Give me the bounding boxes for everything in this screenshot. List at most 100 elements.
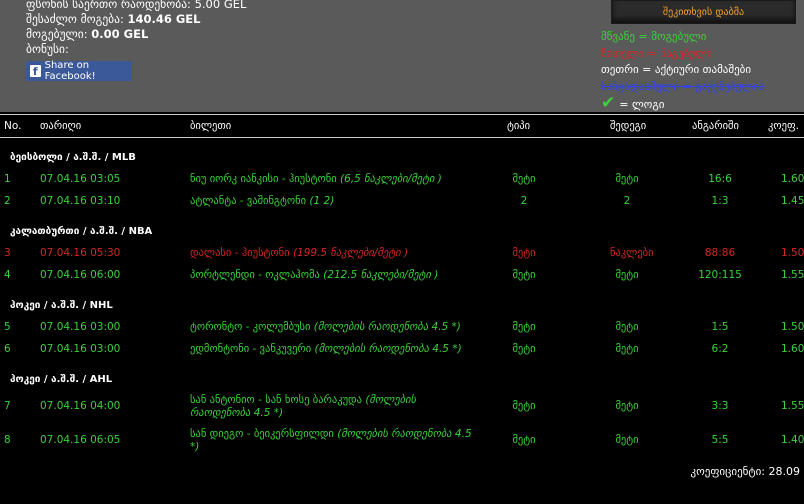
row-score: 88:86 [704, 247, 736, 259]
row-type: მეტი [512, 400, 536, 412]
row-result: მეტი [615, 173, 639, 185]
legend-blue: ხაზგადასმული = გაუქმებულია [601, 79, 765, 93]
possible-win-value: 140.46 GEL [127, 12, 201, 26]
bonus-label: ბონუსი: [26, 42, 69, 56]
checkmark-icon: ✔ [601, 93, 616, 113]
row-result: მეტი [615, 269, 639, 281]
group-header: ბეისბოლი / ა.შ.შ. / MLB [10, 152, 136, 163]
row-date: 07.04.16 03:05 [40, 173, 121, 185]
group-header: ჰოკეი / ა.შ.შ. / NHL [10, 300, 113, 311]
row-type: მეტი [512, 247, 536, 259]
row-type: მეტი [512, 269, 536, 281]
match-note: (199.5 ნაკლები/მეტი ) [292, 247, 409, 259]
row-result: 2 [623, 195, 631, 207]
legend-check: = ლოგი [619, 98, 665, 111]
row-coef: 1.60 [781, 173, 804, 185]
row-match: სან ანტონიო - სან ხოსე ბარაკუდა (მოლების… [190, 394, 475, 420]
row-score: 3:3 [711, 400, 729, 412]
row-result: მეტი [615, 321, 639, 333]
row-date: 07.04.16 03:10 [40, 195, 121, 207]
summary-panel: ფსონის საერთო რაოდენობა: 5.00 GEL შესაძლ… [0, 0, 804, 112]
legend-green: მწვანე = მოგებული [601, 30, 707, 43]
row-number: 7 [4, 400, 11, 412]
row-coef: 1.50 [781, 247, 804, 259]
row-score: 16:6 [708, 173, 732, 185]
row-coef: 1.40 [781, 434, 804, 446]
match-name: დალასი - ჰიუსტონი [190, 247, 293, 259]
col-date: თარიღი [40, 120, 82, 132]
match-name: პორტლენდი - ოკლაჰომა [190, 269, 324, 281]
row-match: ნიუ იორკ იანკისი - ჰიუსტონი (6,5 ნაკლები… [190, 173, 475, 186]
row-match: დალასი - ჰიუსტონი (199.5 ნაკლები/მეტი ) [190, 247, 475, 260]
legend-red: წითელი = წაგებული [601, 46, 713, 60]
row-date: 07.04.16 06:05 [40, 434, 121, 446]
row-result: ნაკლები [610, 247, 654, 259]
row-score: 1:3 [711, 195, 729, 207]
col-coef: კოეფ. [768, 120, 799, 132]
match-name: ტორონტო - კოლუმბუსი [190, 321, 314, 333]
row-type: მეტი [512, 434, 536, 446]
row-coef: 1.55 [781, 400, 804, 412]
row-result: მეტი [615, 343, 639, 355]
facebook-icon: f [30, 65, 41, 78]
group-header: ჰოკეი / ა.შ.შ. / AHL [10, 374, 113, 385]
row-date: 07.04.16 06:00 [40, 269, 121, 281]
possible-win-label: შესაძლო მოგება: [26, 12, 124, 26]
won-label: მოგებული: [26, 27, 88, 41]
row-date: 07.04.16 03:00 [40, 321, 121, 333]
stake-label: ფსონის საერთო რაოდენობა: [26, 0, 191, 11]
row-result: მეტი [615, 400, 639, 412]
table-header: No. თარიღი ბილეთი ტიპი შედეგი ანგარიში კ… [0, 114, 804, 138]
row-number: 5 [4, 321, 11, 333]
share-facebook-button[interactable]: f Share on Facebook! [26, 60, 132, 82]
row-coef: 1.60 [781, 343, 804, 355]
row-type: მეტი [512, 343, 536, 355]
match-name: ნიუ იორკ იანკისი - ჰიუსტონი [190, 173, 341, 185]
row-coef: 1.45 [781, 195, 804, 207]
col-score: ანგარიში [692, 120, 739, 132]
row-number: 8 [4, 434, 11, 446]
stake-value: 5.00 GEL [194, 0, 247, 11]
match-name: ატლანტა - ვაშინგტონი [190, 195, 310, 207]
row-match: პორტლენდი - ოკლაჰომა (212.5 ნაკლები/მეტი… [190, 269, 475, 282]
row-score: 5:5 [711, 434, 729, 446]
match-name: სან დიეგო - ბეიკერსფილდი [190, 428, 338, 440]
row-date: 07.04.16 04:00 [40, 400, 121, 412]
row-number: 6 [4, 343, 11, 355]
share-facebook-label: Share on Facebook! [44, 60, 96, 82]
row-type: მეტი [512, 173, 536, 185]
match-note: (მოლების რაოდენობა 4.5 *) [313, 321, 461, 333]
row-match: ედმონტონი - ვანკუვერი (მოლების რაოდენობა… [190, 343, 475, 356]
row-score: 120:115 [698, 269, 742, 281]
total-coefficient: კოეფიციენტი: 28.09 [690, 465, 800, 478]
row-date: 07.04.16 05:30 [40, 247, 121, 259]
row-result: მეტი [615, 434, 639, 446]
match-note: (212.5 ნაკლები/მეტი ) [323, 269, 439, 281]
row-number: 3 [4, 247, 11, 259]
won-value: 0.00 GEL [91, 27, 149, 41]
match-note: (1 2) [309, 195, 335, 207]
row-score: 1:5 [711, 321, 729, 333]
row-match: ტორონტო - კოლუმბუსი (მოლების რაოდენობა 4… [190, 321, 475, 334]
row-type: მეტი [512, 321, 536, 333]
match-note: (მოლების რაოდენობა 4.5 *) [314, 343, 462, 355]
row-date: 07.04.16 03:00 [40, 343, 121, 355]
bet-info: ფსონის საერთო რაოდენობა: 5.00 GEL შესაძლ… [26, 0, 246, 57]
match-name: ედმონტონი - ვანკუვერი [190, 343, 315, 355]
compare-button[interactable]: შეკითხვის დაბმა [611, 0, 796, 24]
col-ticket: ბილეთი [190, 120, 232, 132]
row-match: ატლანტა - ვაშინგტონი (1 2) [190, 195, 475, 208]
row-number: 1 [4, 173, 11, 185]
row-number: 4 [4, 269, 11, 281]
row-coef: 1.55 [781, 269, 804, 281]
match-name: სან ანტონიო - სან ხოსე ბარაკუდა [190, 394, 366, 406]
legend-white: თეთრი = აქტიური თამაშები [601, 63, 752, 76]
row-match: სან დიეგო - ბეიკერსფილდი (მოლების რაოდენ… [190, 428, 475, 454]
group-header: კალათბურთი / ა.შ.შ. / NBA [10, 226, 153, 237]
col-no: No. [4, 120, 22, 132]
row-number: 2 [4, 195, 11, 207]
legend: მწვანე = მოგებული წითელი = წაგებული თეთრ… [601, 29, 764, 114]
match-note: (6,5 ნაკლები/მეტი ) [340, 173, 442, 185]
row-coef: 1.50 [781, 321, 804, 333]
col-result: შედეგი [610, 120, 647, 132]
